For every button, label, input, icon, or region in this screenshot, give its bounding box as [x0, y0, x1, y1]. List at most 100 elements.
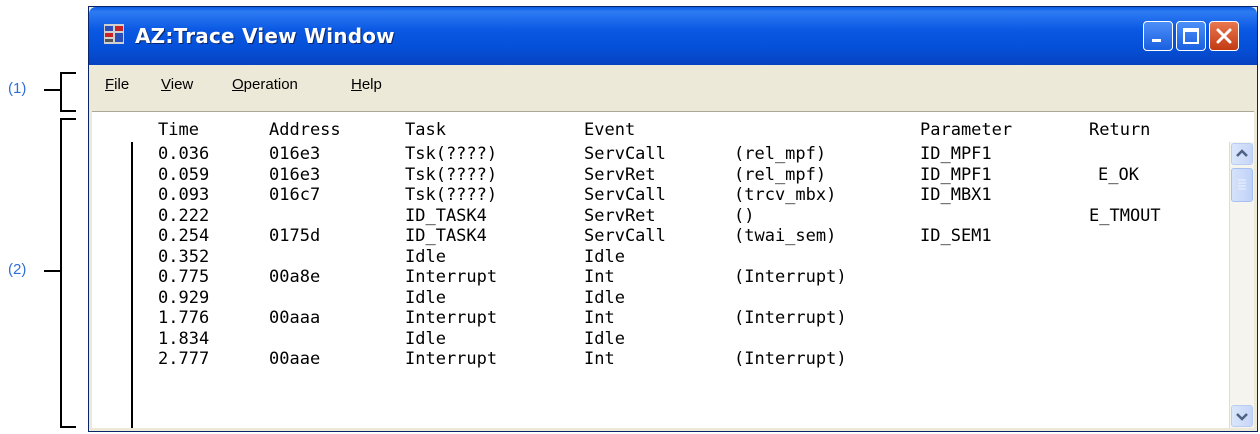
callout-tick-2: [44, 270, 60, 272]
cell-parameter: ID_MPF1: [920, 144, 992, 164]
cell-call: (Interrupt): [734, 349, 847, 369]
menu-help[interactable]: Help: [351, 76, 382, 93]
cell-event: ServRet: [584, 205, 656, 226]
trace-row[interactable]: 2.777 00aae Interrupt Int (Interrupt): [92, 349, 1228, 369]
cell-event: Int: [584, 308, 615, 328]
cell-event: Int: [584, 267, 615, 287]
callout-tick-1: [44, 89, 60, 91]
cell-event: Int: [584, 349, 615, 369]
cell-call: (twai_sem): [734, 226, 837, 246]
scroll-up-icon: [1236, 149, 1248, 157]
close-button[interactable]: [1209, 21, 1239, 51]
cell-call: (rel_mpf): [734, 144, 827, 164]
cell-address: 00a8e: [269, 267, 321, 287]
cell-event: ServCall: [584, 185, 666, 205]
cell-event: ServCall: [584, 226, 666, 246]
cell-task: Interrupt: [405, 308, 498, 328]
cell-task: Idle: [405, 328, 446, 349]
cell-time: 0.775: [158, 267, 210, 287]
trace-row[interactable]: 0.093 016c7 Tsk(????) ServCall (trcv_mbx) ID_…: [92, 185, 1228, 205]
menu-file-mnemonic: F: [105, 76, 115, 93]
cell-time: 0.254: [158, 226, 210, 246]
cell-task: ID_TASK4: [405, 205, 487, 226]
trace-row[interactable]: 1.776 00aaa Interrupt Int (Interrupt): [92, 308, 1228, 328]
callout-bracket-2: [60, 118, 76, 428]
column-header-time[interactable]: Time: [158, 120, 199, 140]
column-header-return[interactable]: Return: [1089, 120, 1150, 140]
cell-ret: E_OK: [1098, 164, 1139, 185]
menu-help-rest: elp: [361, 76, 382, 93]
cell-time: 0.222: [158, 205, 210, 226]
cell-address: 0175d: [269, 226, 321, 246]
trace-app-icon: [103, 23, 125, 45]
cell-task: Interrupt: [405, 349, 498, 369]
scroll-down-button[interactable]: [1231, 405, 1253, 427]
callout-bracket-1: [60, 72, 76, 112]
cell-task: Tsk(????): [405, 164, 498, 185]
cell-address: 016e3: [269, 164, 321, 185]
trace-row[interactable]: 0.929 Idle Idle: [92, 288, 1228, 308]
callout-label-2: (2): [8, 261, 27, 278]
cell-address: 016e3: [269, 144, 321, 164]
trace-list[interactable]: 0.036 016e3 Tsk(????) ServCall (rel_mpf) ID_M…: [92, 142, 1254, 428]
cell-task: Tsk(????): [405, 144, 498, 164]
trace-row[interactable]: 1.834 Idle Idle: [92, 329, 1228, 349]
cell-call: (): [734, 205, 755, 226]
column-header-address[interactable]: Address: [269, 120, 341, 140]
cell-time: 0.929: [158, 287, 210, 308]
trace-view-window: AZ:Trace View Window File View Operation…: [88, 6, 1258, 432]
menu-operation[interactable]: Operation: [232, 76, 298, 93]
cell-task: Interrupt: [405, 267, 498, 287]
minimize-button[interactable]: [1143, 21, 1173, 51]
cell-time: 0.036: [158, 144, 210, 164]
menu-operation-mnemonic: O: [232, 76, 244, 93]
maximize-icon: [1183, 28, 1199, 44]
menu-file-rest: ile: [114, 76, 130, 93]
cell-time: 0.059: [158, 164, 210, 185]
scroll-thumb[interactable]: [1231, 168, 1253, 202]
cell-call: (Interrupt): [734, 267, 847, 287]
cell-task: Idle: [405, 246, 446, 267]
minimize-icon: [1152, 39, 1161, 42]
scroll-up-button[interactable]: [1231, 143, 1253, 165]
menu-view-mnemonic: V: [161, 76, 171, 93]
trace-row[interactable]: 0.036 016e3 Tsk(????) ServCall (rel_mpf) ID_M…: [92, 144, 1228, 164]
column-header-parameter[interactable]: Parameter: [920, 120, 1012, 140]
trace-row[interactable]: 0.254 0175d ID_TASK4 ServCall (twai_sem) ID_S…: [92, 226, 1228, 246]
cell-time: 2.777: [158, 349, 210, 369]
trace-row[interactable]: 0.059 016e3 Tsk(????) ServRet (rel_mpf) ID_MP…: [92, 165, 1228, 185]
cell-task: ID_TASK4: [405, 226, 487, 246]
menu-help-mnemonic: H: [351, 76, 362, 93]
cell-event: Idle: [584, 328, 625, 349]
title-bar[interactable]: AZ:Trace View Window: [89, 7, 1257, 65]
trace-list-panel: Time Address Task Event Parameter Return…: [92, 111, 1254, 428]
menu-view[interactable]: View: [161, 76, 193, 93]
cell-parameter: ID_SEM1: [920, 226, 992, 246]
cell-task: Tsk(????): [405, 185, 498, 205]
vertical-scrollbar[interactable]: [1229, 142, 1254, 428]
cell-task: Idle: [405, 287, 446, 308]
menu-bar: File View Operation Help: [89, 65, 1257, 107]
menu-view-rest: iew: [170, 76, 194, 93]
cell-time: 1.776: [158, 308, 210, 328]
cell-time: 1.834: [158, 328, 210, 349]
menu-file[interactable]: File: [105, 76, 129, 93]
column-header-event[interactable]: Event: [584, 120, 635, 140]
cell-call: (Interrupt): [734, 308, 847, 328]
cell-parameter: ID_MPF1: [920, 164, 992, 185]
maximize-button[interactable]: [1176, 21, 1206, 51]
cell-event: Idle: [584, 287, 625, 308]
scroll-down-icon: [1236, 413, 1248, 421]
callout-label-1: (1): [8, 80, 27, 97]
cell-call: (rel_mpf): [734, 164, 827, 185]
cell-event: Idle: [584, 246, 625, 267]
scroll-grip-icon: [1238, 179, 1246, 190]
trace-row[interactable]: 0.222 ID_TASK4 ServRet () E_TMOUT: [92, 206, 1228, 226]
cell-time: 0.352: [158, 246, 210, 267]
cell-address: 016c7: [269, 185, 321, 205]
cell-parameter: ID_MBX1: [920, 185, 992, 205]
column-header-task[interactable]: Task: [405, 120, 446, 140]
trace-row[interactable]: 0.775 00a8e Interrupt Int (Interrupt): [92, 267, 1228, 287]
cell-event: ServCall: [584, 144, 666, 164]
trace-row[interactable]: 0.352 Idle Idle: [92, 247, 1228, 267]
